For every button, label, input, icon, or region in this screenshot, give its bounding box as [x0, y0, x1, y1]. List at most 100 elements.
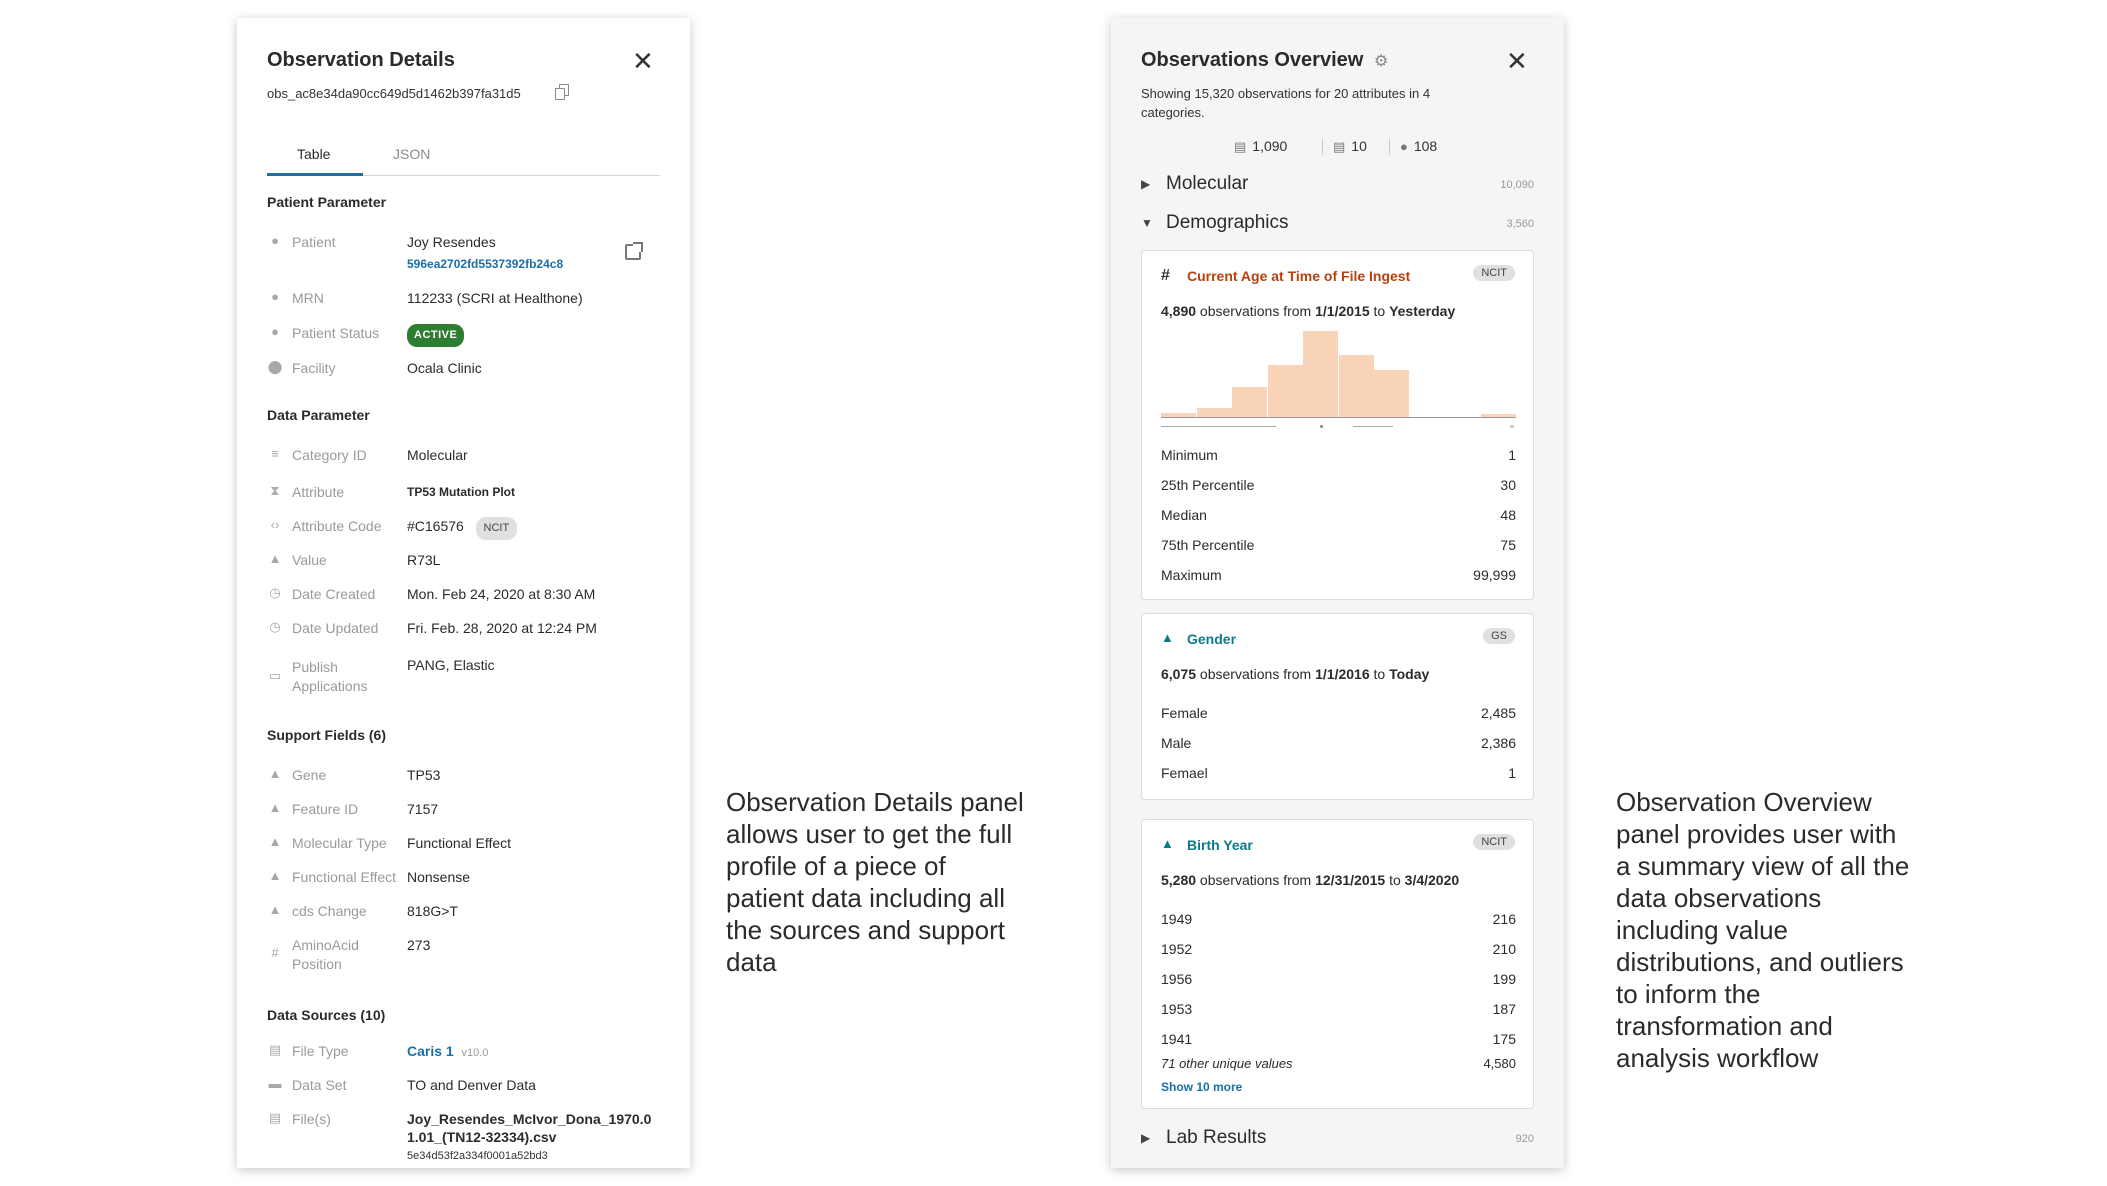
file-icon: ▤ — [268, 1042, 282, 1057]
row-value: TP53 — [407, 767, 441, 783]
location-pin-icon: ⬤ — [267, 359, 283, 374]
shapes-icon: ▲ — [268, 902, 282, 917]
stat-value: 99,999 — [1473, 567, 1516, 583]
histogram-axis — [1161, 417, 1516, 418]
ncit-tag: NCIT — [1473, 265, 1515, 281]
outlier-marker — [1510, 425, 1514, 428]
clock-icon: ◷ — [269, 585, 281, 600]
code-icon: ‹› — [270, 517, 280, 532]
summary-to: Yesterday — [1389, 303, 1456, 319]
shapes-icon: ▲ — [1161, 836, 1174, 851]
summary-from: 1/1/2015 — [1315, 303, 1370, 319]
row-value: Ocala Clinic — [407, 360, 482, 376]
person-icon: ● — [271, 324, 279, 339]
copy-icon[interactable] — [555, 84, 569, 100]
summary-count: 5,280 — [1161, 872, 1197, 888]
range-marker — [1161, 426, 1276, 427]
row-label: Functional Effect — [292, 869, 397, 885]
file-type-version: v10.0 — [461, 1047, 489, 1059]
value-count: 2,485 — [1480, 705, 1516, 721]
row-label: Value — [292, 552, 327, 568]
row-gene: ▲ Gene TP53 — [267, 766, 660, 786]
external-link-icon[interactable] — [625, 242, 643, 260]
section-support-fields: Support Fields (6) — [267, 727, 386, 743]
stat-label: Minimum — [1161, 447, 1218, 463]
annotation-details: Observation Details panel allows user to… — [726, 787, 1024, 977]
row-value: 7157 — [407, 801, 439, 817]
histogram-bar — [1232, 387, 1268, 417]
card-title: Current Age at Time of File Ingest — [1187, 268, 1411, 284]
stat-label: Maximum — [1161, 567, 1222, 583]
hourglass-icon: ⧗ — [270, 483, 280, 498]
caret-right-icon: ▶ — [1141, 1131, 1151, 1145]
attribute-code-value: #C16576 — [407, 518, 464, 534]
folder-icon: ▬ — [268, 1076, 282, 1091]
details-title: Observation Details — [267, 49, 455, 71]
close-overview-button[interactable]: ✕ — [1506, 48, 1528, 74]
attribute-card-birth-year[interactable]: ▲ Birth Year NCIT 5,280 observations fro… — [1141, 819, 1534, 1109]
row-value: ACTIVE — [407, 324, 662, 347]
category-molecular[interactable]: ▶ Molecular 10,090 — [1141, 173, 1534, 197]
tab-table[interactable]: Table — [297, 146, 330, 162]
row-patient: ● Patient Joy Resendes 596ea2702fd553739… — [267, 233, 660, 273]
attribute-card-gender[interactable]: ▲ Gender GS 6,075 observations from 1/1/… — [1141, 613, 1534, 800]
value-count: 216 — [1492, 911, 1516, 927]
other-values-label: 71 other unique values — [1161, 1056, 1293, 1071]
row-value: Caris 1 v10.0 — [407, 1042, 662, 1063]
caret-right-icon: ▶ — [1141, 177, 1151, 191]
file-icon: ▤ — [1234, 139, 1247, 154]
shapes-icon: ▲ — [268, 800, 282, 815]
status-badge: ACTIVE — [407, 324, 465, 347]
shapes-icon: ▲ — [1161, 630, 1174, 645]
show-more-link[interactable]: Show 10 more — [1161, 1080, 1242, 1094]
category-count: 3,560 — [1506, 218, 1534, 230]
row-value: TO and Denver Data — [407, 1077, 536, 1093]
row-molecular-type: ▲ Molecular Type Functional Effect — [267, 834, 660, 854]
card-summary: 5,280 observations from 12/31/2015 to 3/… — [1161, 872, 1459, 888]
attribute-card-age[interactable]: # Current Age at Time of File Ingest NCI… — [1141, 250, 1534, 600]
file-link[interactable]: Joy_Resendes_McIvor_Dona_1970.01.01_(TN1… — [407, 1110, 657, 1146]
summary-to-word: to — [1385, 872, 1405, 888]
category-lab-results[interactable]: ▶ Lab Results 920 — [1141, 1127, 1534, 1151]
row-label: Patient — [292, 234, 336, 250]
value-histogram — [1161, 331, 1517, 417]
file-icon: ▤ — [268, 1110, 282, 1125]
row-label: Attribute — [292, 484, 345, 500]
shapes-icon: ▲ — [268, 551, 282, 566]
stat-value: 1 — [1508, 447, 1516, 463]
row-functional-effect: ▲ Functional Effect Nonsense — [267, 868, 660, 888]
summary-from: 1/1/2016 — [1315, 666, 1370, 682]
settings-gear-icon[interactable]: ⚙ — [1374, 51, 1388, 71]
summary-text: observations from — [1196, 303, 1316, 319]
category-name: Molecular — [1166, 173, 1249, 194]
file-hash: 5e34d53f2a334f0001a52bd3 — [407, 1150, 548, 1162]
patient-id-link[interactable]: 596ea2702fd5537392fb24c8 — [407, 257, 563, 271]
database-icon: ≡ — [271, 446, 279, 461]
hash-icon: # — [1161, 267, 1170, 284]
row-value: ▲ Value R73L — [267, 551, 660, 571]
stat-value: 75 — [1500, 537, 1516, 553]
summary-count: 6,075 — [1161, 666, 1197, 682]
stat-datasets-value: 10 — [1351, 138, 1367, 154]
row-label: Date Updated — [292, 620, 379, 636]
stat-label: 25th Percentile — [1161, 477, 1255, 493]
annotation-overview: Observation Overview panel provides user… — [1616, 787, 1910, 1073]
tab-json[interactable]: JSON — [393, 146, 430, 162]
range-marker — [1353, 426, 1393, 427]
row-label: MRN — [292, 290, 324, 306]
file-type-link[interactable]: Caris 1 — [407, 1043, 454, 1059]
category-demographics[interactable]: ▼ Demographics 3,560 — [1141, 212, 1534, 236]
stat-patients-value: 108 — [1413, 138, 1438, 154]
row-label: AminoAcid Position — [292, 937, 359, 972]
category-count: 920 — [1515, 1133, 1534, 1145]
category-count: 10,090 — [1500, 179, 1534, 191]
observation-id: obs_ac8e34da90cc649d5d1462b397fa31d5 — [267, 86, 521, 101]
close-details-button[interactable]: ✕ — [632, 48, 654, 74]
attribute-link[interactable]: TP53 Mutation Plot — [407, 483, 662, 502]
value-label: Female — [1161, 705, 1208, 721]
value-count: 2,386 — [1480, 735, 1516, 751]
section-data-sources: Data Sources (10) — [267, 1007, 386, 1023]
histogram-bar — [1339, 355, 1375, 417]
row-value: Molecular — [407, 447, 468, 463]
value-count: 210 — [1492, 941, 1516, 957]
